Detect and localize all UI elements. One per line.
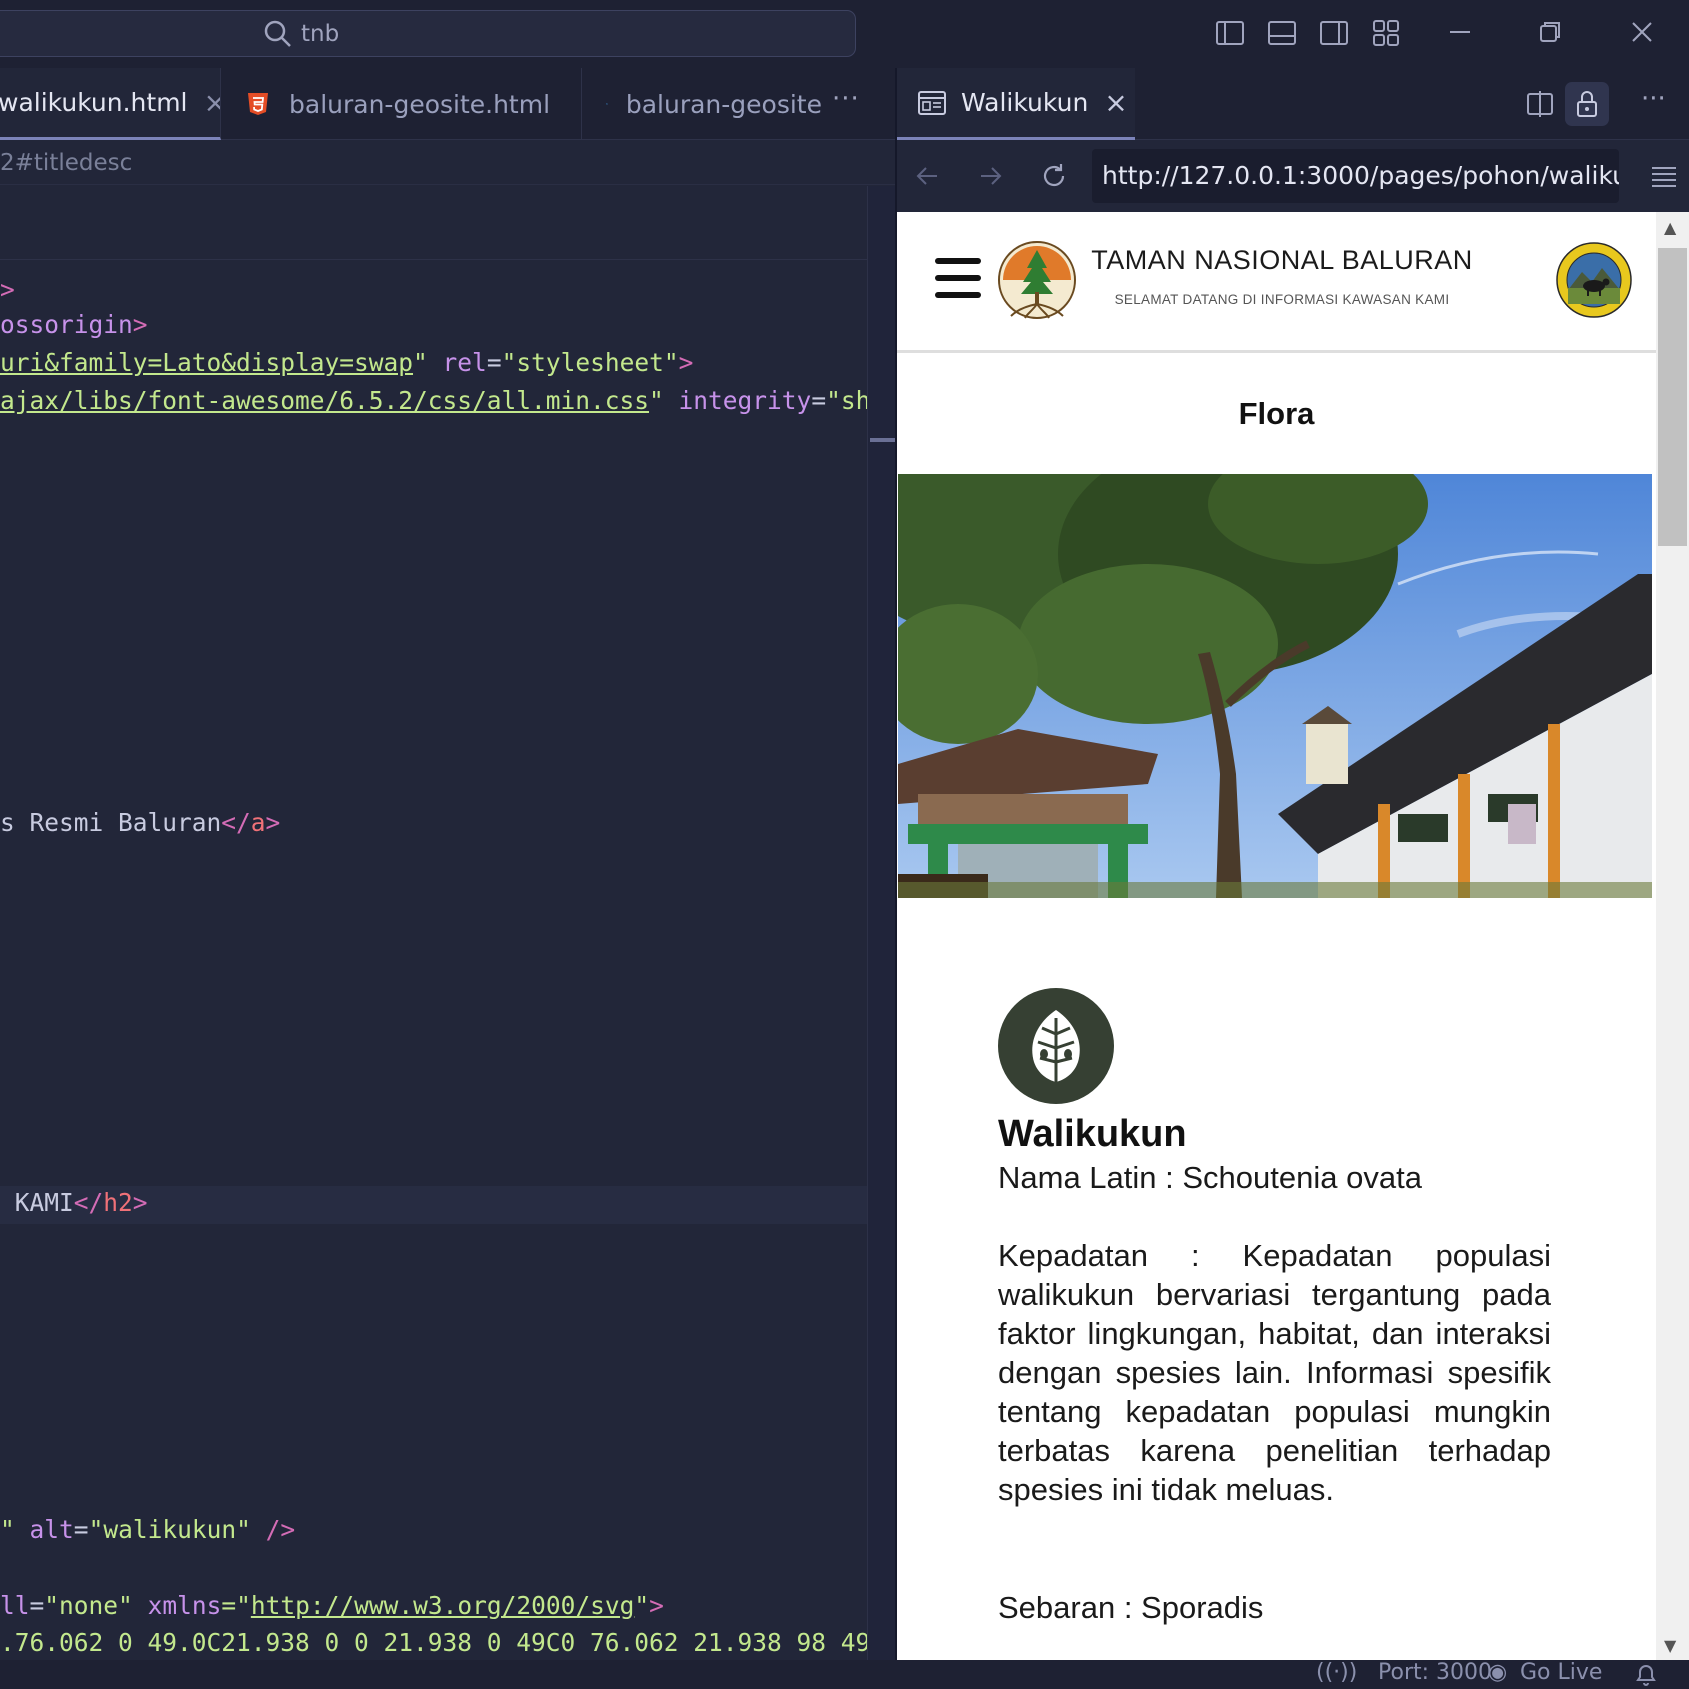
walikukun-tree-photo xyxy=(898,474,1652,898)
hamburger-menu-icon[interactable] xyxy=(935,258,981,300)
go-live-icon: ◉ xyxy=(1488,1660,1508,1685)
code-editor[interactable]: > ossorigin> uri&family=Lato&display=swa… xyxy=(0,186,867,1666)
command-center-search[interactable]: tnb xyxy=(0,10,856,57)
site-header: TAMAN NASIONAL BALURAN SELAMAT DATANG DI… xyxy=(897,212,1656,353)
editor-tab-bar: walikukun.html × baluran-geosite.html ba… xyxy=(0,68,895,140)
code-line: ll="none" xmlns="http://www.w3.org/2000/… xyxy=(0,1591,664,1620)
scroll-up-icon[interactable]: ▲ xyxy=(1664,218,1676,237)
close-tab-icon[interactable]: × xyxy=(204,86,220,119)
port-status[interactable]: Port: 3000 xyxy=(1378,1660,1492,1685)
tab-walikukun-html[interactable]: walikukun.html × xyxy=(0,68,221,140)
code-line: KAMI</h2> xyxy=(0,1188,148,1217)
plant-name: Walikukun xyxy=(998,1113,1187,1155)
tab-walikukun-preview[interactable]: Walikukun × xyxy=(897,68,1135,140)
lock-icon xyxy=(1577,91,1597,117)
preview-viewport[interactable]: TAMAN NASIONAL BALURAN SELAMAT DATANG DI… xyxy=(897,212,1656,1660)
distribution-text: Sebaran : Sporadis xyxy=(998,1590,1264,1625)
sticky-scroll-header xyxy=(0,186,867,260)
toggle-panel-icon[interactable] xyxy=(1267,18,1297,48)
section-title: Flora xyxy=(1238,396,1315,431)
forward-icon[interactable] xyxy=(975,160,1007,192)
code-line: ossorigin> xyxy=(0,310,148,339)
minimize-icon[interactable] xyxy=(1443,15,1477,49)
code-line: s Resmi Baluran</a> xyxy=(0,808,281,837)
restore-icon[interactable] xyxy=(1533,15,1567,49)
preview-icon xyxy=(918,90,946,115)
close-icon[interactable] xyxy=(1625,15,1659,49)
tab-label: baluran-geosite.html xyxy=(289,89,551,119)
site-subtitle: SELAMAT DATANG DI INFORMASI KAWASAN KAMI xyxy=(1114,292,1450,307)
url-input[interactable]: http://127.0.0.1:3000/pages/pohon/waliku… xyxy=(1092,149,1619,203)
browser-tab-bar: Walikukun × ··· xyxy=(897,68,1689,140)
scroll-down-icon[interactable]: ▼ xyxy=(1664,1636,1676,1655)
code-line: > xyxy=(0,275,15,304)
breadcrumb[interactable]: 2#titledesc xyxy=(0,141,895,185)
toggle-primary-sidebar-icon[interactable] xyxy=(1215,18,1245,48)
notifications-bell-icon[interactable] xyxy=(1634,1662,1658,1688)
customize-layout-icon[interactable] xyxy=(1371,18,1401,48)
tab-baluran-geosite-css[interactable]: baluran-geosite xyxy=(582,68,822,140)
more-actions-icon[interactable]: ··· xyxy=(1641,84,1666,114)
search-query: tnb xyxy=(301,21,340,47)
scrollbar-thumb[interactable] xyxy=(1658,248,1687,546)
reload-icon[interactable] xyxy=(1038,160,1070,192)
code-line: uri&family=Lato&display=swap" rel="style… xyxy=(0,348,694,377)
back-icon[interactable] xyxy=(911,160,943,192)
tab-label: walikukun.html xyxy=(0,88,188,117)
baluran-park-emblem xyxy=(1556,242,1632,318)
status-bar: ((·)) Port: 3000 ◉ Go Live xyxy=(0,1660,1689,1689)
split-editor-icon[interactable] xyxy=(1524,88,1556,120)
go-live-button[interactable]: Go Live xyxy=(1520,1660,1602,1685)
broadcast-icon: ((·)) xyxy=(1316,1660,1358,1685)
lock-button[interactable] xyxy=(1565,82,1609,126)
code-line: ajax/libs/font-awesome/6.5.2/css/all.min… xyxy=(0,386,867,415)
toggle-secondary-sidebar-icon[interactable] xyxy=(1319,18,1349,48)
latin-name: Nama Latin : Schoutenia ovata xyxy=(998,1160,1422,1195)
site-title: TAMAN NASIONAL BALURAN xyxy=(1091,245,1473,275)
browser-address-row: http://127.0.0.1:3000/pages/pohon/waliku… xyxy=(897,141,1689,211)
tab-label: Walikukun xyxy=(961,88,1089,117)
search-icon xyxy=(264,20,291,47)
tab-baluran-geosite-html[interactable]: baluran-geosite.html xyxy=(221,68,582,140)
more-tabs-icon[interactable]: ··· xyxy=(832,84,860,114)
html5-file-icon xyxy=(248,93,268,115)
title-bar: tnb xyxy=(0,0,1689,68)
scroll-position-marker xyxy=(870,438,896,442)
ministry-forestry-logo xyxy=(998,241,1076,319)
css3-file-icon xyxy=(606,103,608,105)
close-tab-icon[interactable]: × xyxy=(1104,86,1127,119)
density-description: Kepadatan : Kepadatan populasi walikukun… xyxy=(998,1238,1551,1507)
leaf-icon xyxy=(998,988,1114,1104)
editor-scrollbar[interactable] xyxy=(867,186,896,1666)
code-line: .76.062 0 49.0C21.938 0 0 21.938 0 49C0 … xyxy=(0,1628,867,1657)
code-line: " alt="walikukun" /> xyxy=(0,1515,296,1544)
tab-label: baluran-geosite xyxy=(625,89,822,119)
preview-scrollbar[interactable]: ▲ ▼ xyxy=(1656,212,1689,1660)
page-menu-icon[interactable] xyxy=(1649,161,1679,191)
